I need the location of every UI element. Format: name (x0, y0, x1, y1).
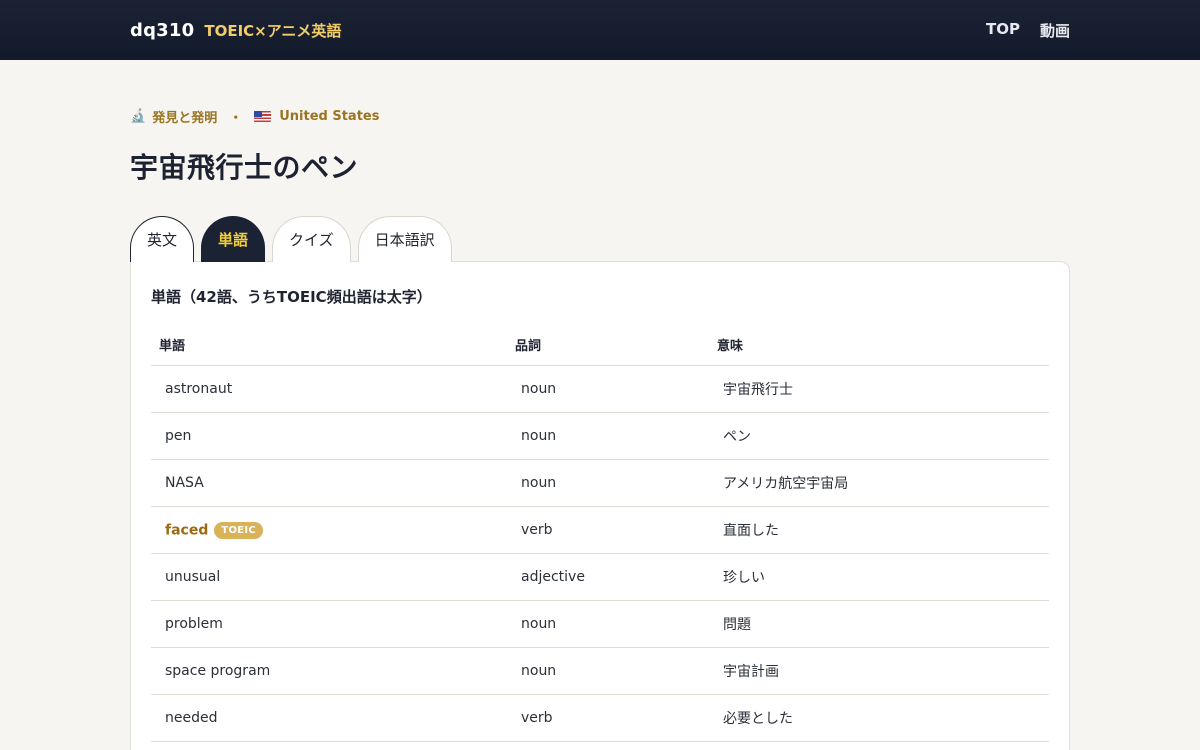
word-cell: space program (151, 647, 507, 695)
column-header-meaning: 意味 (709, 335, 1049, 366)
pos-cell: verb (507, 694, 709, 742)
top-nav-bar: dq310 TOEIC×アニメ英語 TOP 動画 (0, 0, 1200, 60)
article-main: 🔬 発見と発明 ・ United States 宇宙飛行士のペン 英文 単語 ク… (0, 107, 1200, 750)
pos-cell: verb (507, 506, 709, 554)
table-row: pen noun ペン (151, 412, 1049, 460)
content-tabs: 英文 単語 クイズ 日本語訳 (130, 216, 1070, 262)
table-row: space program noun 宇宙計画 (151, 647, 1049, 695)
meaning-cell: 必要とした (709, 694, 1049, 742)
category-label[interactable]: 発見と発明 (152, 107, 217, 126)
table-row: astronaut noun 宇宙飛行士 (151, 365, 1049, 413)
vocabulary-panel: 単語（42語、うちTOEIC頻出語は太字） 単語 品詞 意味 astronaut… (130, 261, 1070, 750)
brand-name[interactable]: dq310 (130, 20, 194, 41)
page-title: 宇宙飛行士のペン (130, 151, 359, 184)
table-row: problem noun 問題 (151, 600, 1049, 648)
table-row: unusual adjective 珍しい (151, 553, 1049, 601)
word-cell: NASA (151, 459, 507, 507)
us-flag-icon (254, 111, 272, 122)
word-cell: unusual (151, 553, 507, 601)
tab-vocabulary[interactable]: 単語 (201, 216, 266, 262)
article-meta: 🔬 発見と発明 ・ United States (130, 107, 1070, 126)
word-cell: pen (151, 412, 507, 460)
meaning-cell: 珍しい (709, 553, 1049, 601)
column-header-word: 単語 (151, 335, 507, 366)
brand-subtitle[interactable]: TOEIC×アニメ英語 (204, 20, 341, 41)
table-row: faced TOEIC verb 直面した (151, 506, 1049, 554)
tab-quiz[interactable]: クイズ (272, 216, 351, 262)
meaning-cell: 宇宙飛行士 (709, 365, 1049, 413)
word-cell: astronaut (151, 365, 507, 413)
vocabulary-heading: 単語（42語、うちTOEIC頻出語は太字） (151, 288, 432, 306)
pos-cell: adjective (507, 553, 709, 601)
meaning-cell: 問題 (709, 600, 1049, 648)
word-cell: problem (151, 600, 507, 648)
main-nav: TOP 動画 (986, 20, 1070, 41)
pos-cell: noun (507, 647, 709, 695)
pos-cell: noun (507, 459, 709, 507)
nav-link-top[interactable]: TOP (986, 20, 1020, 41)
toeic-badge: TOEIC (214, 521, 264, 539)
brand[interactable]: dq310 TOEIC×アニメ英語 (130, 20, 341, 41)
tab-english-text[interactable]: 英文 (130, 216, 195, 262)
word-cell: needed (151, 694, 507, 742)
meaning-cell: 宇宙計画 (709, 647, 1049, 695)
meta-separator: ・ (229, 111, 243, 126)
tab-japanese-translation[interactable]: 日本語訳 (357, 216, 452, 262)
vocabulary-table: 単語 品詞 意味 astronaut noun 宇宙飛行士 pen noun ペ… (151, 335, 1049, 742)
meaning-cell: 直面した (709, 506, 1049, 554)
table-header-row: 単語 品詞 意味 (151, 335, 1049, 366)
pos-cell: noun (507, 365, 709, 413)
toeic-word: faced (165, 522, 209, 538)
microscope-icon: 🔬 (130, 109, 147, 124)
pos-cell: noun (507, 600, 709, 648)
country-label[interactable]: United States (279, 109, 379, 124)
table-row: NASA noun アメリカ航空宇宙局 (151, 459, 1049, 507)
meaning-cell: ペン (709, 412, 1049, 460)
pos-cell: noun (507, 412, 709, 460)
vocabulary-rows: astronaut noun 宇宙飛行士 pen noun ペン NASA no… (151, 365, 1049, 742)
table-row: needed verb 必要とした (151, 694, 1049, 742)
nav-link-videos[interactable]: 動画 (1040, 20, 1070, 41)
word-cell: faced TOEIC (151, 506, 507, 554)
column-header-pos: 品詞 (507, 335, 709, 366)
meaning-cell: アメリカ航空宇宙局 (709, 459, 1049, 507)
